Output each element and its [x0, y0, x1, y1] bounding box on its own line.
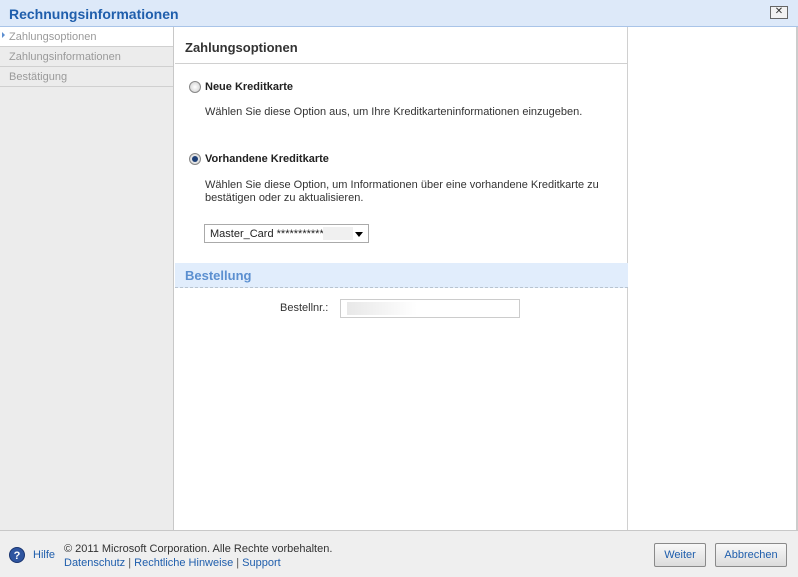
redacted-mask — [347, 302, 417, 315]
footer: ? Hilfe © 2011 Microsoft Corporation. Al… — [0, 530, 798, 577]
new-card-description: Wählen Sie diese Option aus, um Ihre Kre… — [205, 106, 583, 118]
sidebar-item-bestaetigung[interactable]: Bestätigung — [0, 67, 173, 87]
arrow-icon — [2, 32, 5, 38]
copyright: © 2011 Microsoft Corporation. Alle Recht… — [64, 543, 333, 555]
sidebar-item-label: Bestätigung — [9, 71, 68, 83]
radio-new-card[interactable] — [189, 81, 201, 93]
close-button[interactable]: ✕ — [770, 6, 788, 19]
separator: | — [236, 557, 240, 569]
sidebar: Zahlungsoptionen Zahlungsinformationen B… — [0, 27, 174, 530]
help-icon[interactable]: ? — [9, 547, 25, 563]
right-panel — [629, 27, 798, 530]
radio-new-card-label[interactable]: Neue Kreditkarte — [205, 81, 293, 93]
existing-card-description: Wählen Sie diese Option, um Informatione… — [205, 179, 599, 204]
sidebar-item-zahlungsinformationen[interactable]: Zahlungsinformationen — [0, 47, 173, 67]
legal-link[interactable]: Rechtliche Hinweise — [134, 557, 233, 569]
next-button[interactable]: Weiter — [654, 543, 706, 567]
main-panel: Zahlungsoptionen Neue Kreditkarte Wählen… — [175, 27, 628, 530]
privacy-link[interactable]: Datenschutz — [64, 557, 125, 569]
sidebar-item-zahlungsoptionen[interactable]: Zahlungsoptionen — [0, 27, 173, 47]
order-number-input[interactable] — [340, 299, 520, 318]
section-bestellung: Bestellung — [175, 263, 628, 288]
card-select[interactable]: Master_Card ************ — [204, 224, 369, 243]
help-link[interactable]: Hilfe — [33, 549, 55, 561]
sidebar-item-label: Zahlungsinformationen — [9, 51, 121, 63]
radio-existing-card-label[interactable]: Vorhandene Kreditkarte — [205, 153, 329, 165]
window-title: Rechnungsinformationen — [9, 6, 179, 22]
order-number-label: Bestellnr.: — [280, 302, 329, 314]
card-select-value: Master_Card ************ — [210, 228, 329, 240]
support-link[interactable]: Support — [242, 557, 281, 569]
separator: | — [128, 557, 132, 569]
redacted-mask — [323, 227, 353, 240]
page-title: Zahlungsoptionen — [175, 27, 627, 64]
sidebar-item-label: Zahlungsoptionen — [9, 31, 97, 43]
chevron-down-icon — [355, 232, 363, 237]
title-bar: Rechnungsinformationen ✕ — [0, 0, 798, 27]
cancel-button[interactable]: Abbrechen — [715, 543, 787, 567]
radio-existing-card[interactable] — [189, 153, 201, 165]
footer-links: Datenschutz | Rechtliche Hinweise | Supp… — [64, 557, 281, 569]
